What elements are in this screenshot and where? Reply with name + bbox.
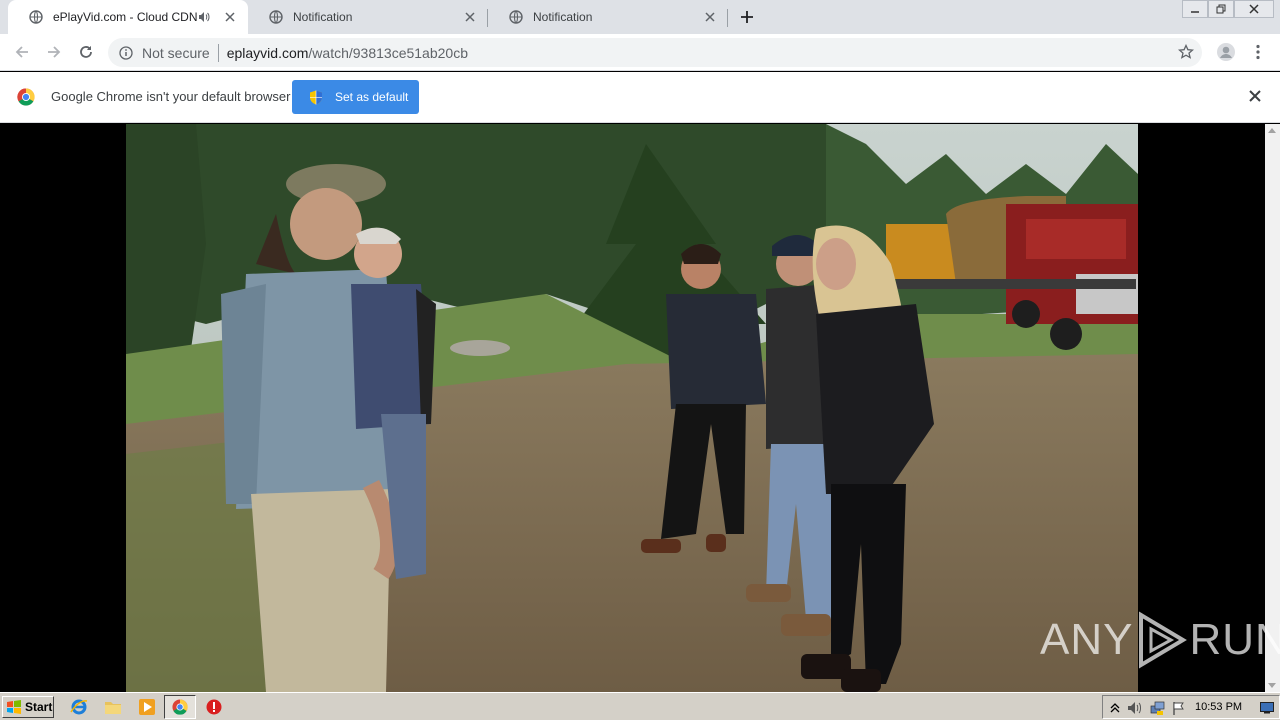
page-content <box>0 124 1265 692</box>
infobar-message: Google Chrome isn't your default browser <box>51 89 291 104</box>
omnibox-divider <box>217 43 219 62</box>
taskbar-clock[interactable]: 10:53 PM <box>1195 701 1242 713</box>
back-button[interactable] <box>10 40 34 64</box>
video-player[interactable] <box>126 124 1138 692</box>
vertical-scrollbar[interactable] <box>1265 124 1280 692</box>
reload-button[interactable] <box>74 40 98 64</box>
start-button[interactable]: Start <box>2 696 54 718</box>
chrome-logo-icon <box>17 88 35 106</box>
security-label: Not secure <box>142 44 210 61</box>
stop-sign-app-icon[interactable] <box>205 698 223 716</box>
new-tab-button[interactable] <box>736 6 758 28</box>
tab-eplayvid[interactable]: ePlayVid.com - Cloud CDN <box>8 0 248 34</box>
profile-avatar-icon[interactable] <box>1214 40 1238 64</box>
tab-separator <box>727 9 728 27</box>
info-icon[interactable] <box>118 45 134 61</box>
tab-title: ePlayVid.com - Cloud CDN <box>53 10 198 24</box>
video-frame <box>126 124 1138 692</box>
globe-icon <box>29 10 43 24</box>
scroll-down-arrow-icon[interactable] <box>1268 683 1276 688</box>
play-triangle-logo-icon <box>1135 611 1188 669</box>
watermark-right-text: RUN <box>1189 615 1280 664</box>
show-desktop-icon[interactable] <box>1259 700 1275 716</box>
chrome-icon <box>172 699 188 718</box>
close-tab-icon[interactable] <box>702 9 718 25</box>
tab-title: Notification <box>293 10 353 24</box>
default-browser-infobar: Google Chrome isn't your default browser… <box>0 72 1280 123</box>
forward-button[interactable] <box>42 40 66 64</box>
chrome-taskbar-button[interactable] <box>164 695 196 719</box>
url-host: eplayvid.com <box>226 44 309 61</box>
address-bar[interactable]: Not secure eplayvid.com/watch/93813ce51a… <box>108 38 1202 67</box>
volume-icon[interactable] <box>1127 700 1143 716</box>
watermark-left-text: ANY <box>1040 615 1134 664</box>
uac-shield-icon <box>309 90 323 105</box>
menu-kebab-icon[interactable] <box>1246 40 1270 64</box>
internet-explorer-icon[interactable] <box>70 698 88 716</box>
bookmark-star-icon[interactable] <box>1177 43 1195 60</box>
show-hidden-icons-arrow-icon[interactable] <box>1107 700 1123 716</box>
set-as-default-label: Set as default <box>335 90 409 104</box>
close-infobar-icon[interactable] <box>1248 89 1262 103</box>
tab-notification-2[interactable]: Notification <box>488 0 728 34</box>
tab-notification-1[interactable]: Notification <box>248 0 488 34</box>
file-explorer-icon[interactable] <box>104 698 122 716</box>
action-center-flag-icon[interactable] <box>1171 700 1187 716</box>
close-tab-icon[interactable] <box>462 9 478 25</box>
system-tray: 10:53 PM <box>1102 695 1280 719</box>
windows-taskbar: Start 10:53 PM <box>0 692 1280 720</box>
anyrun-watermark: ANY RUN <box>1040 610 1280 670</box>
url-path: /watch/93813ce51ab20cb <box>308 44 468 61</box>
start-label: Start <box>25 700 53 714</box>
close-tab-icon[interactable] <box>222 9 238 25</box>
scroll-up-arrow-icon[interactable] <box>1268 128 1276 133</box>
media-player-icon[interactable] <box>138 698 156 716</box>
set-as-default-button[interactable]: Set as default <box>292 80 419 114</box>
tab-strip: ePlayVid.com - Cloud CDN Notification No… <box>0 0 1280 34</box>
close-window-button[interactable] <box>1234 0 1274 18</box>
restore-button[interactable] <box>1208 0 1234 18</box>
globe-icon <box>509 10 523 24</box>
windows-logo-icon <box>6 700 22 714</box>
minimize-button[interactable] <box>1182 0 1208 18</box>
network-icon[interactable] <box>1149 700 1165 716</box>
speaker-icon[interactable] <box>198 11 212 23</box>
globe-icon <box>269 10 283 24</box>
browser-toolbar: Not secure eplayvid.com/watch/93813ce51a… <box>0 34 1280 71</box>
tab-title: Notification <box>533 10 593 24</box>
